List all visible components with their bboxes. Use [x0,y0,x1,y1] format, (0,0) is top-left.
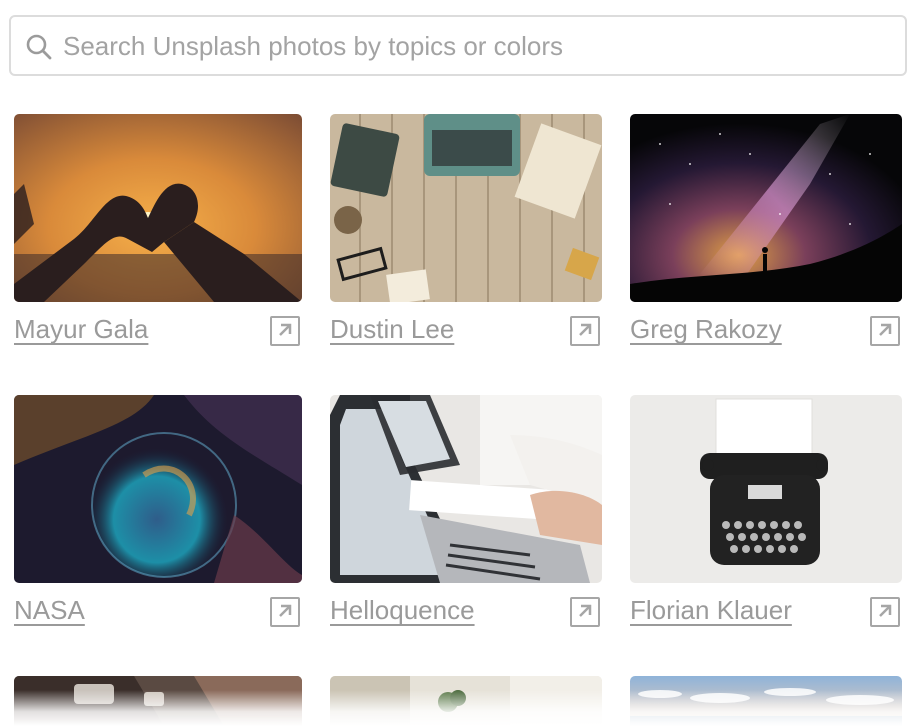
photo-thumbnail[interactable] [630,395,902,583]
external-link-icon[interactable] [870,316,900,346]
external-link-icon[interactable] [270,316,300,346]
search-box[interactable] [9,15,907,76]
photo-thumbnail[interactable] [330,676,602,726]
photo-author-link[interactable]: Greg Rakozy [630,314,782,345]
photo-author-link[interactable]: Dustin Lee [330,314,454,345]
photo-author-link[interactable]: Florian Klauer [630,595,792,626]
photo-thumbnail[interactable] [14,114,302,302]
photo-thumbnail[interactable] [14,676,302,726]
external-link-icon[interactable] [570,316,600,346]
photo-thumbnail[interactable] [630,676,902,726]
external-link-icon[interactable] [870,597,900,627]
search-icon [26,34,52,60]
photo-thumbnail[interactable] [330,114,602,302]
photo-thumbnail[interactable] [630,114,902,302]
external-link-icon[interactable] [570,597,600,627]
photo-author-link[interactable]: NASA [14,595,85,626]
external-link-icon[interactable] [270,597,300,627]
photo-author-link[interactable]: Helloquence [330,595,475,626]
photo-thumbnail[interactable] [330,395,602,583]
photo-author-link[interactable]: Mayur Gala [14,314,148,345]
search-input[interactable] [63,25,893,67]
photo-thumbnail[interactable] [14,395,302,583]
